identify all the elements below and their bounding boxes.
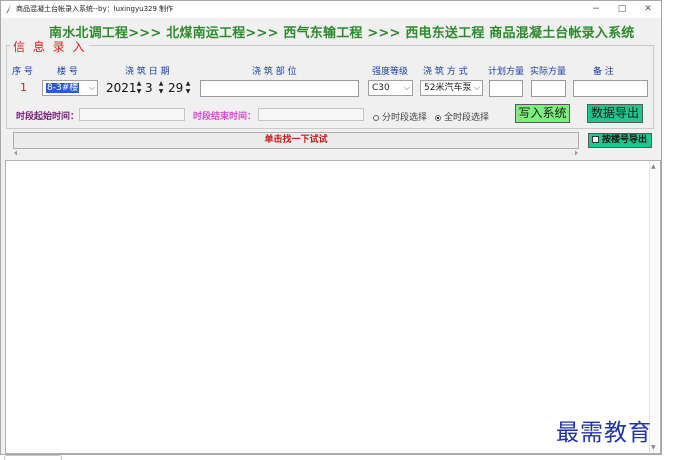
seq-value: 1 (20, 81, 27, 94)
radio-segment[interactable]: 分时段选择 (373, 110, 427, 123)
app-window: 商品混凝土台帐录入系统--by：luxingyu329 制作 − □ ✕ 南水北… (0, 0, 662, 455)
write-system-button[interactable]: 写入系统 (515, 104, 570, 123)
date-year[interactable]: 2021 (106, 80, 137, 97)
end-time-label: 时段结束时间： (193, 112, 257, 122)
close-button[interactable]: ✕ (635, 1, 661, 18)
radio-on-icon (435, 114, 441, 121)
title-bar: 商品混凝土台帐录入系统--by：luxingyu329 制作 − □ ✕ (1, 1, 661, 18)
chevron-down-icon: ⌵ (88, 83, 95, 92)
grade-select[interactable]: C30 ⌵ (368, 80, 413, 96)
actual-volume-input[interactable] (531, 80, 566, 97)
pour-part-input[interactable] (200, 80, 359, 97)
grade-value: C30 (372, 83, 390, 93)
radio-all-label: 全时段选择 (444, 113, 490, 123)
header-building: 楼 号 (57, 67, 78, 77)
scroll-up-icon[interactable]: ▲ (651, 163, 656, 170)
building-select[interactable]: 8-3#楼 ⌵ (42, 80, 98, 96)
start-time-label: 时段起始时间： (16, 112, 80, 122)
building-value: 8-3#楼 (46, 83, 80, 93)
header-actual: 实际方量 (530, 67, 567, 77)
year-spin-arrows-icon[interactable]: ▲ ▼ (135, 80, 143, 97)
date-month[interactable]: 3 (145, 80, 153, 97)
export-by-floor-label: 按楼号导出 (602, 135, 648, 145)
chevron-down-icon: ⌵ (403, 83, 410, 92)
window-title: 商品混凝土台帐录入系统--by：luxingyu329 制作 (16, 5, 174, 13)
horizontal-scrollbar[interactable] (13, 149, 579, 157)
remark-input[interactable] (573, 80, 648, 97)
header-date: 浇 筑 日 期 (125, 67, 170, 77)
header-grade: 强度等级 (372, 67, 409, 77)
header-part: 浇 筑 部 位 (252, 67, 297, 77)
radio-all[interactable]: 全时段选择 (435, 110, 489, 123)
banner-heading: 南水北调工程>>> 北煤南运工程>>> 西气东输工程 >>> 西电东送工程 商品… (49, 26, 635, 41)
radio-segment-label: 分时段选择 (382, 113, 428, 123)
date-day[interactable]: 29 (168, 80, 183, 97)
method-select[interactable]: 52米汽车泵 ⌵ (420, 80, 483, 96)
taskbar-tab (4, 455, 62, 460)
method-value: 52米汽车泵 (424, 83, 472, 93)
try-it-button[interactable]: 单击找一下试试 (13, 132, 579, 149)
header-planned: 计划方量 (488, 67, 525, 77)
header-seq: 序 号 (12, 67, 33, 77)
header-method: 浇 筑 方 式 (423, 67, 468, 77)
radio-off-icon (373, 114, 379, 121)
minimize-button[interactable]: − (583, 1, 609, 18)
info-entry-group-title: 信 息 录 入 (10, 38, 90, 55)
vertical-scrollbar[interactable]: ▲ ▼ (649, 161, 660, 453)
checkbox-icon (592, 136, 599, 143)
maximize-button[interactable]: □ (609, 1, 635, 18)
month-spin-arrows-icon[interactable]: ▲ ▼ (157, 80, 165, 97)
watermark-logo: 最需教育 (556, 420, 652, 446)
export-by-floor-checkbox[interactable]: 按楼号导出 (588, 133, 652, 148)
output-text-area[interactable]: ▲ ▼ (5, 160, 661, 454)
feather-icon (6, 4, 11, 14)
planned-volume-input[interactable] (489, 80, 523, 97)
end-time-input[interactable] (258, 108, 364, 121)
header-remark: 备 注 (593, 67, 614, 77)
chevron-down-icon: ⌵ (473, 83, 480, 92)
start-time-input[interactable] (79, 108, 185, 121)
day-spin-arrows-icon[interactable]: ▲ ▼ (184, 80, 192, 97)
export-data-button[interactable]: 数据导出 (587, 104, 643, 123)
